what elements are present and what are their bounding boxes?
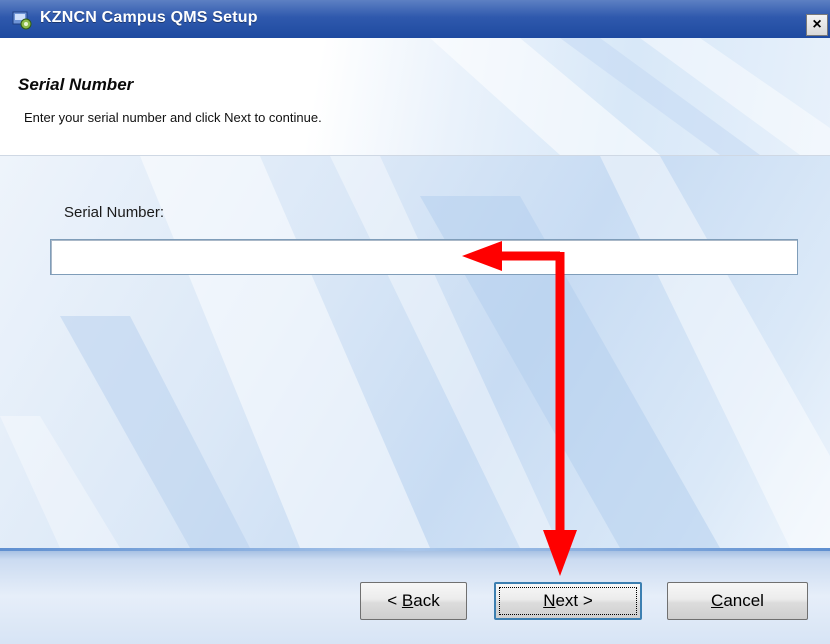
dialog-header: Serial Number Enter your serial number a… (0, 38, 830, 156)
back-button[interactable]: < Back (360, 582, 467, 620)
window-title: KZNCN Campus QMS Setup (40, 9, 258, 26)
page-subtitle: Enter your serial number and click Next … (24, 110, 322, 125)
dialog-body: Serial Number: (0, 156, 830, 548)
serial-number-label: Serial Number: (64, 204, 165, 221)
cancel-label-rest: ancel (723, 591, 764, 610)
footer-separator (0, 548, 830, 551)
setup-installer-icon (12, 11, 32, 30)
close-button[interactable]: × (806, 14, 828, 36)
cancel-label-accel: C (711, 591, 724, 610)
serial-number-input[interactable] (50, 239, 798, 275)
close-icon: × (812, 16, 822, 33)
page-title: Serial Number (18, 75, 134, 94)
back-label-prefix: < (387, 591, 402, 610)
back-label-accel: B (401, 591, 414, 610)
header-decoration (430, 38, 830, 155)
focus-rectangle (499, 587, 637, 615)
title-bar: KZNCN Campus QMS Setup × (0, 0, 830, 38)
cancel-button[interactable]: Cancel (667, 582, 808, 620)
back-label-rest: ack (413, 591, 440, 610)
next-button[interactable]: Next > (494, 582, 642, 620)
